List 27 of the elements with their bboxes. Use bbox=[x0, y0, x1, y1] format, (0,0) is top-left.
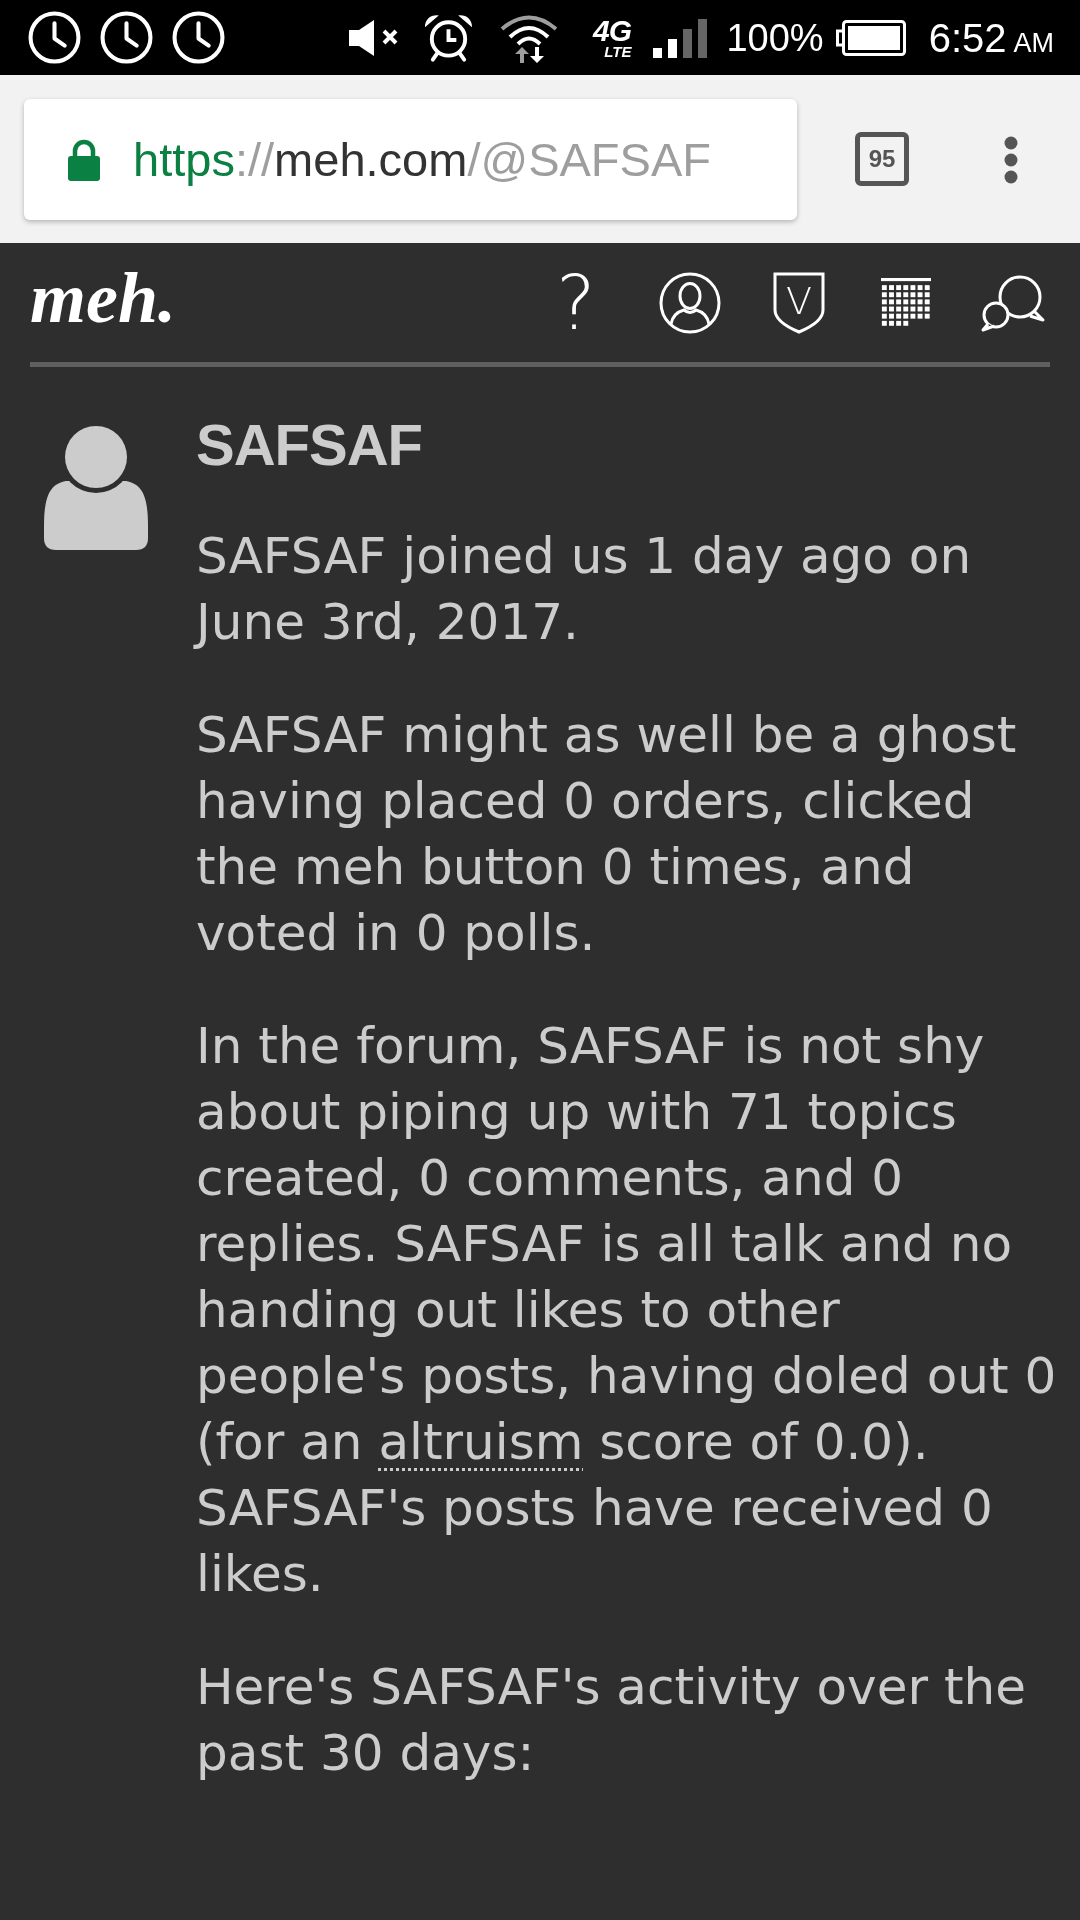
clock-icon bbox=[28, 11, 81, 64]
clock-icon bbox=[172, 11, 225, 64]
address-bar[interactable]: https://meh.com/@SAFSAF bbox=[24, 99, 797, 220]
alarm-clock-icon bbox=[423, 12, 475, 63]
profile-paragraph: In the forum, SAFSAF is not shy about piping up with 71 topics created, 0 comments, and 0 replies. SAFSAF is all talk and no handing out likes to other people's posts, having doled out 0 (for an altruism score of 0.0). SAFSAF's posts have received 0 likes. bbox=[196, 1016, 1058, 1605]
site-logo[interactable]: meh. bbox=[30, 261, 176, 334]
help-button[interactable]: ? bbox=[556, 271, 596, 334]
shield-icon bbox=[773, 271, 825, 334]
battery-icon bbox=[835, 19, 906, 56]
term-link[interactable]: altruism bbox=[378, 1413, 584, 1471]
time-period: AM bbox=[1013, 29, 1054, 57]
shield-button[interactable]: V bbox=[773, 271, 825, 334]
lock-icon bbox=[67, 138, 101, 181]
profile-paragraph: SAFSAF might as well be a ghost having placed 0 orders, clicked the meh button 0 times, and voted in 0 polls. bbox=[196, 705, 1018, 964]
network-subtype-label: LTE bbox=[604, 44, 632, 59]
tab-switcher-button[interactable]: 95 bbox=[855, 132, 909, 186]
signal-icon bbox=[653, 17, 710, 58]
chat-icon[interactable] bbox=[980, 273, 1046, 332]
battery-percent: 100% bbox=[726, 18, 824, 57]
clock-time: 6:52 bbox=[928, 17, 1007, 58]
profile-paragraph: Here's SAFSAF's activity over the past 30 days: bbox=[196, 1657, 1027, 1784]
username-heading: SAFSAF bbox=[196, 411, 423, 479]
network-type-label: 4G bbox=[592, 16, 632, 46]
user-icon[interactable] bbox=[659, 271, 721, 334]
calendar-icon[interactable] bbox=[878, 277, 934, 328]
more-options-icon[interactable] bbox=[1004, 136, 1018, 184]
clock-icon bbox=[100, 11, 153, 64]
